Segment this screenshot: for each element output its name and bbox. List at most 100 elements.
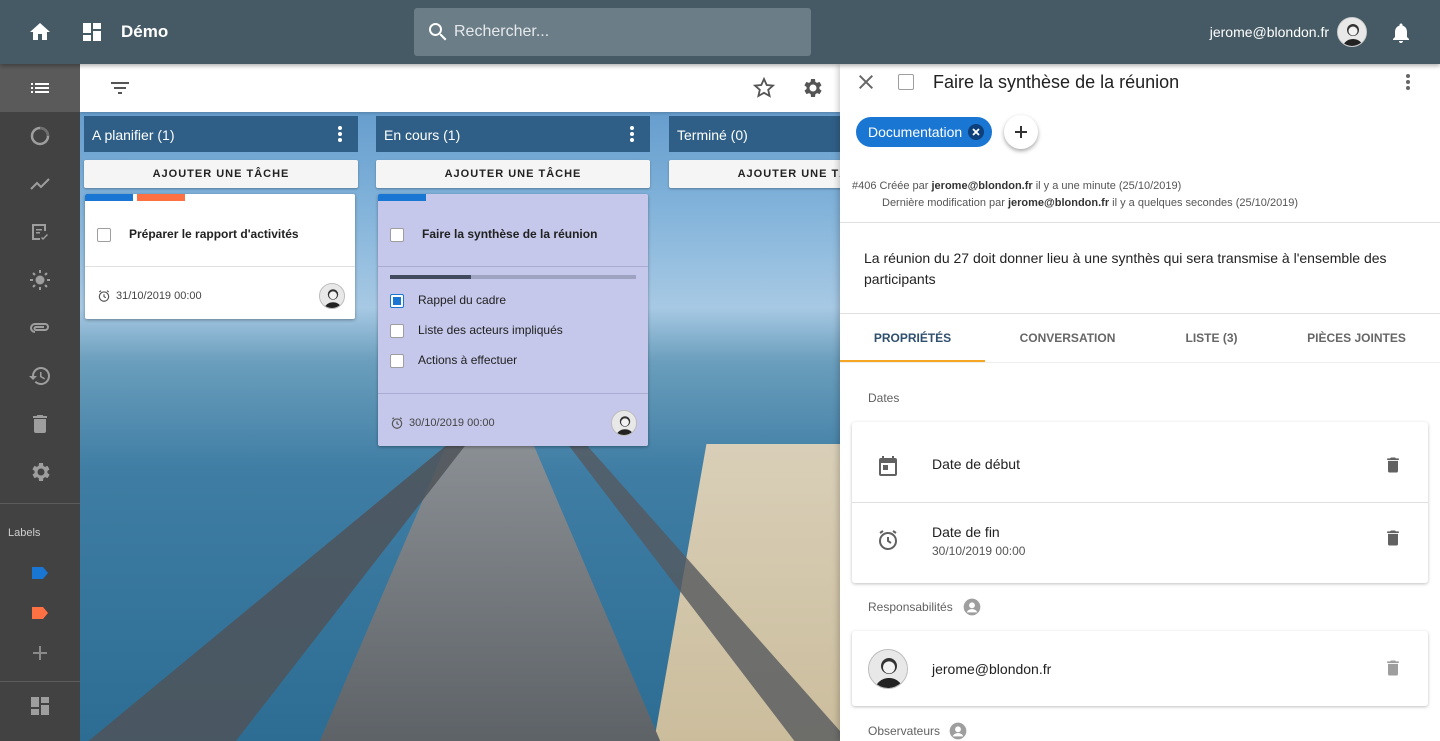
task-meta: #406 Créée par jerome@blondon.fr il y a …: [852, 178, 1298, 212]
remove-tag-icon[interactable]: [968, 124, 985, 140]
task-description[interactable]: La réunion du 27 doit donner lieu à une …: [864, 248, 1404, 290]
tag-chip[interactable]: Documentation: [856, 117, 993, 147]
column-to-plan: A planifier (1) AJOUTER UNE TÂCHE: [84, 116, 358, 188]
tabs-divider: [840, 362, 1440, 363]
checklist-item: Rappel du cadre: [418, 293, 507, 307]
task-complete-checkbox[interactable]: [898, 74, 914, 90]
meta-modified-user: jerome@blondon.fr: [1007, 197, 1110, 209]
meta-modified: Dernière modification par jerome@blondon…: [852, 195, 1298, 212]
checklist-checkbox[interactable]: [390, 324, 404, 338]
nav-history[interactable]: [0, 352, 80, 400]
board-settings-icon[interactable]: [800, 76, 824, 100]
trash-icon: [33, 415, 47, 433]
nav-list[interactable]: [0, 64, 80, 112]
meta-modified-suffix: il y a quelques secondes (25/10/2019): [1109, 197, 1299, 209]
star-icon[interactable]: [752, 76, 776, 100]
user-avatar[interactable]: [1337, 17, 1367, 47]
nav-settings[interactable]: [0, 448, 80, 496]
task-card-selected[interactable]: Faire la synthèse de la réunion Rappel d…: [378, 194, 648, 446]
responsible-user[interactable]: jerome@blondon.fr: [932, 661, 1051, 677]
checklist-checkbox[interactable]: [390, 294, 404, 308]
tab-attachments[interactable]: PIÈCES JOINTES: [1284, 314, 1429, 362]
card-checkbox[interactable]: [390, 228, 404, 242]
more-vert-icon[interactable]: [1396, 70, 1420, 94]
nav-stats[interactable]: [0, 160, 80, 208]
nav-tasks[interactable]: [0, 208, 80, 256]
add-task-button[interactable]: AJOUTER UNE TÂCHE: [84, 160, 358, 188]
nav-divider: [0, 503, 80, 504]
close-icon[interactable]: [854, 70, 878, 94]
end-date-label: Date de fin: [932, 524, 1000, 540]
card-labels: [378, 194, 648, 201]
nav-loading[interactable]: [0, 112, 80, 160]
trending-icon: [30, 178, 50, 190]
divider: [840, 222, 1440, 223]
app-title: Démo: [121, 22, 169, 41]
more-vert-icon[interactable]: [622, 124, 642, 144]
column-done: Terminé (0) AJOUTER UNE TÂCHE: [669, 116, 840, 188]
user-email[interactable]: jerome@blondon.fr: [1210, 24, 1329, 40]
labels-heading: Labels: [8, 527, 41, 539]
checklist-progress-fill: [390, 275, 472, 279]
add-icon: [1015, 126, 1027, 138]
alarm-icon: [97, 289, 111, 303]
checklist-checkbox[interactable]: [390, 354, 404, 368]
label-blue: [85, 194, 133, 201]
meta-created-suffix: il y a une minute (25/10/2019): [1032, 180, 1182, 192]
column-in-progress: En cours (1) AJOUTER UNE TÂCHE: [376, 116, 650, 188]
search-bar[interactable]: [414, 8, 811, 56]
settings-icon: [32, 463, 50, 481]
task-card[interactable]: Préparer le rapport d'activités 31/10/20…: [85, 194, 355, 319]
column-header: Terminé (0): [669, 116, 840, 152]
search-input[interactable]: [454, 8, 794, 56]
alarm-icon: [876, 528, 900, 552]
card-checkbox[interactable]: [97, 228, 111, 242]
nav-attachments[interactable]: [0, 304, 80, 352]
meta-modified-prefix: Dernière modification par: [882, 197, 1008, 209]
tab-conversation[interactable]: CONVERSATION: [995, 314, 1140, 362]
dashboard-icon[interactable]: [80, 20, 104, 44]
end-date-row[interactable]: Date de fin 30/10/2019 00:00: [852, 503, 1428, 583]
card-divider: [378, 393, 648, 394]
label-blue-icon: [32, 567, 48, 579]
add-icon: [33, 646, 47, 660]
checklist-item: Actions à effectuer: [418, 353, 518, 367]
nav-theme[interactable]: [0, 256, 80, 304]
nav-boards[interactable]: [0, 682, 80, 730]
label-orange: [137, 194, 185, 201]
home-icon[interactable]: [28, 20, 52, 44]
checklist-item: Liste des acteurs impliqués: [418, 323, 563, 337]
tab-checklist[interactable]: LISTE (3): [1139, 314, 1284, 362]
top-app-bar: Démo jerome@blondon.fr: [0, 0, 1440, 64]
detail-tabs: PROPRIÉTÉS CONVERSATION LISTE (3) PIÈCES…: [840, 314, 1440, 362]
card-divider: [378, 266, 648, 267]
filter-icon[interactable]: [108, 76, 132, 100]
progress-icon: [30, 126, 50, 146]
account-icon: [948, 721, 968, 741]
delete-icon[interactable]: [1383, 657, 1403, 679]
delete-icon[interactable]: [1383, 454, 1403, 476]
dates-section-label: Dates: [868, 391, 900, 405]
nav-add-label[interactable]: [0, 629, 80, 677]
account-icon: [962, 597, 982, 617]
nav-trash[interactable]: [0, 400, 80, 448]
history-icon: [29, 367, 51, 385]
tab-properties[interactable]: PROPRIÉTÉS: [840, 314, 985, 362]
add-tag-button[interactable]: [1004, 115, 1038, 149]
task-title[interactable]: Faire la synthèse de la réunion: [933, 72, 1179, 93]
label-blue: [378, 194, 426, 201]
add-task-button[interactable]: AJOUTER UNE TÂCHE: [376, 160, 650, 188]
attachment-icon: [30, 323, 49, 333]
end-date-value: 30/10/2019 00:00: [932, 544, 1026, 558]
notifications-icon[interactable]: [1389, 21, 1413, 45]
start-date-row[interactable]: Date de début: [852, 422, 1428, 502]
more-vert-icon[interactable]: [330, 124, 350, 144]
column-title: Terminé (0): [677, 127, 748, 143]
add-task-button[interactable]: AJOUTER UNE TÂCHE: [669, 160, 840, 188]
card-avatar: [319, 283, 345, 309]
card-due-date: 31/10/2019 00:00: [116, 290, 202, 302]
delete-icon[interactable]: [1383, 527, 1403, 549]
dashboard-icon: [31, 697, 49, 715]
card-title: Faire la synthèse de la réunion: [422, 227, 598, 241]
responsible-avatar: [868, 649, 908, 689]
